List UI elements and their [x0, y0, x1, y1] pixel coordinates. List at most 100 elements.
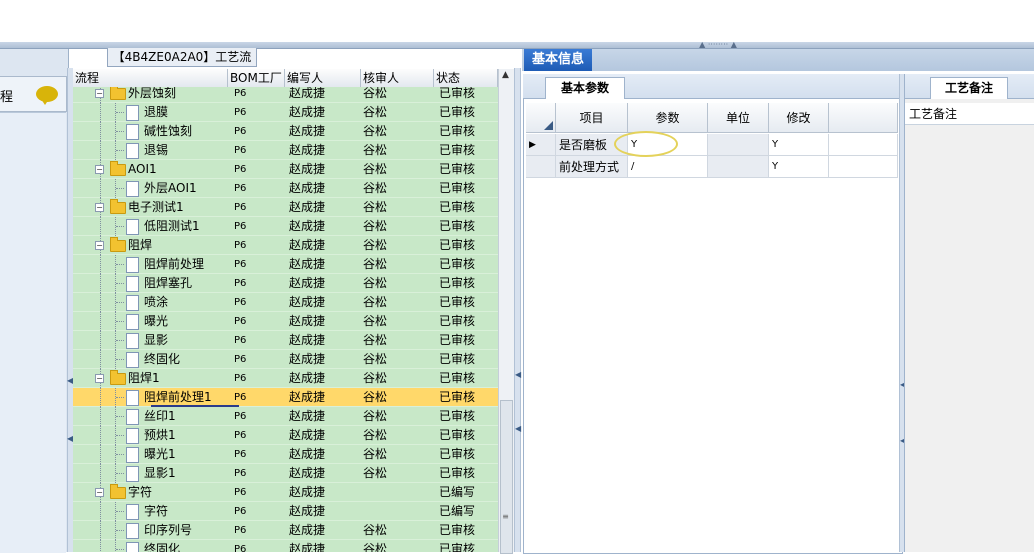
splitter-arrow-icon[interactable]: ◀ [515, 370, 521, 379]
grid-header-modify[interactable]: 修改 [769, 103, 829, 133]
middle-splitter[interactable] [514, 68, 521, 552]
grid-corner[interactable] [526, 103, 556, 133]
cell-status: 已审核 [439, 143, 476, 157]
tree-row[interactable]: 碱性蚀刻 P6 赵成捷 谷松 已审核 [73, 122, 498, 141]
cell-process: 印序列号 [144, 523, 193, 537]
cell-status: 已审核 [439, 466, 476, 480]
tree-row[interactable]: 显影 P6 赵成捷 谷松 已审核 [73, 331, 498, 350]
cell-bom: P6 [234, 411, 247, 422]
document-icon [126, 314, 139, 330]
collapse-icon[interactable]: − [95, 165, 104, 174]
tree-row[interactable]: 曝光1 P6 赵成捷 谷松 已审核 [73, 445, 498, 464]
tree-row[interactable]: − 电子测试1 P6 赵成捷 谷松 已审核 [73, 198, 498, 217]
cell-process: 曝光1 [144, 447, 176, 461]
cell-status: 已审核 [439, 409, 476, 423]
tree-line [116, 188, 124, 189]
left-panel-lower [0, 112, 66, 553]
tree-line [100, 426, 101, 445]
collapse-icon[interactable]: − [95, 203, 104, 212]
cell-process: 电子测试1 [128, 200, 184, 214]
tree-row[interactable]: 终固化 P6 赵成捷 谷松 已审核 [73, 350, 498, 369]
tree-row[interactable]: 终固化 P6 赵成捷 谷松 已审核 [73, 540, 498, 552]
document-icon [126, 333, 139, 349]
tree-row[interactable]: 喷涂 P6 赵成捷 谷松 已审核 [73, 293, 498, 312]
tree-row[interactable]: − 外层蚀刻 P6 赵成捷 谷松 已审核 [73, 87, 498, 103]
cell-bom: P6 [234, 240, 247, 251]
tree-row[interactable]: 退锡 P6 赵成捷 谷松 已审核 [73, 141, 498, 160]
cell-modify[interactable]: Y [769, 156, 829, 178]
cell-bom: P6 [234, 316, 247, 327]
tree-row[interactable]: 曝光 P6 赵成捷 谷松 已审核 [73, 312, 498, 331]
tree-row[interactable]: − 字符 P6 赵成捷 已编写 [73, 483, 498, 502]
tree-row[interactable]: 阻焊塞孔 P6 赵成捷 谷松 已审核 [73, 274, 498, 293]
cell-process: 退锡 [144, 143, 169, 157]
tree-line [100, 179, 101, 198]
cell-param[interactable]: / [628, 156, 708, 178]
splitter-arrow-icon[interactable]: ◀ [515, 424, 521, 433]
cell-writer: 赵成捷 [289, 162, 326, 176]
cell-process: 退膜 [144, 105, 169, 119]
tree-row[interactable]: − 阻焊1 P6 赵成捷 谷松 已审核 [73, 369, 498, 388]
cell-writer: 赵成捷 [289, 257, 326, 271]
grid-header-unit[interactable]: 单位 [708, 103, 769, 133]
document-icon [126, 219, 139, 235]
splitter-grip-icon[interactable]: ▲ ········ ▲ [683, 41, 753, 49]
scrollbar-thumb[interactable] [500, 400, 513, 554]
collapse-icon[interactable]: − [95, 241, 104, 250]
tab-process-notes[interactable]: 工艺备注 [930, 77, 1008, 99]
tab-basic-params[interactable]: 基本参数 [545, 77, 625, 99]
cell-unit[interactable] [708, 156, 769, 178]
tree-line [116, 302, 124, 303]
document-icon [126, 276, 139, 292]
tab-basic-info[interactable]: 基本信息 [524, 49, 592, 71]
grid-row[interactable]: 前处理方式 / Y [526, 156, 898, 178]
cell-status: 已审核 [439, 390, 476, 404]
tree-line [100, 350, 101, 369]
tree-row[interactable]: 字符 P6 赵成捷 已编写 [73, 502, 498, 521]
cell-writer: 赵成捷 [289, 504, 326, 518]
cell-process: 显影1 [144, 466, 176, 480]
document-icon [126, 390, 139, 406]
cell-process: 阻焊前处理 [144, 257, 205, 271]
tree-row[interactable]: 退膜 P6 赵成捷 谷松 已审核 [73, 103, 498, 122]
tree-row[interactable]: 预烘1 P6 赵成捷 谷松 已审核 [73, 426, 498, 445]
collapse-icon[interactable]: − [95, 89, 104, 98]
process-notes-panel [904, 74, 1034, 552]
chat-bubble-icon[interactable] [36, 86, 58, 105]
tree-row[interactable]: − 阻焊 P6 赵成捷 谷松 已审核 [73, 236, 498, 255]
scroll-up-icon[interactable]: ▲ [498, 70, 513, 86]
cell-status: 已审核 [439, 295, 476, 309]
cell-item[interactable]: 前处理方式 [556, 156, 628, 178]
column-header-reviewer[interactable]: 核审人 [361, 69, 434, 87]
grid-row[interactable]: ▶ 是否磨板 Y Y [526, 134, 898, 156]
column-header-status[interactable]: 状态 [434, 69, 498, 87]
cell-status: 已审核 [439, 447, 476, 461]
cell-reviewer: 谷松 [363, 371, 388, 385]
tree-row[interactable]: 丝印1 P6 赵成捷 谷松 已审核 [73, 407, 498, 426]
cell-writer: 赵成捷 [289, 466, 326, 480]
tree-row[interactable]: 印序列号 P6 赵成捷 谷松 已审核 [73, 521, 498, 540]
cell-writer: 赵成捷 [289, 485, 326, 499]
cell-reviewer: 谷松 [363, 542, 388, 552]
cell-unit[interactable] [708, 134, 769, 156]
tree-row[interactable]: 低阻测试1 P6 赵成捷 谷松 已审核 [73, 217, 498, 236]
tree-row[interactable]: − AOI1 P6 赵成捷 谷松 已审核 [73, 160, 498, 179]
document-icon [126, 105, 139, 121]
cell-reviewer: 谷松 [363, 523, 388, 537]
column-header-writer[interactable]: 编写人 [285, 69, 361, 87]
cell-modify[interactable]: Y [769, 134, 829, 156]
column-header-process[interactable]: 流程 [73, 69, 228, 87]
tree-row[interactable]: 外层AOI1 P6 赵成捷 谷松 已审核 [73, 179, 498, 198]
column-header-bom[interactable]: BOM工厂 [228, 69, 285, 87]
tree-line [100, 274, 101, 293]
tree-row-selected[interactable]: 阻焊前处理1 P6 赵成捷 谷松 已审核 [73, 388, 498, 407]
collapse-icon[interactable]: − [95, 488, 104, 497]
cell-reviewer: 谷松 [363, 276, 388, 290]
tree-row[interactable]: 阻焊前处理 P6 赵成捷 谷松 已审核 [73, 255, 498, 274]
cell-process: 阻焊塞孔 [144, 276, 193, 290]
grid-header-item[interactable]: 项目 [556, 103, 628, 133]
document-icon [126, 504, 139, 520]
grid-header-param[interactable]: 参数 [628, 103, 708, 133]
collapse-icon[interactable]: − [95, 374, 104, 383]
tree-row[interactable]: 显影1 P6 赵成捷 谷松 已审核 [73, 464, 498, 483]
